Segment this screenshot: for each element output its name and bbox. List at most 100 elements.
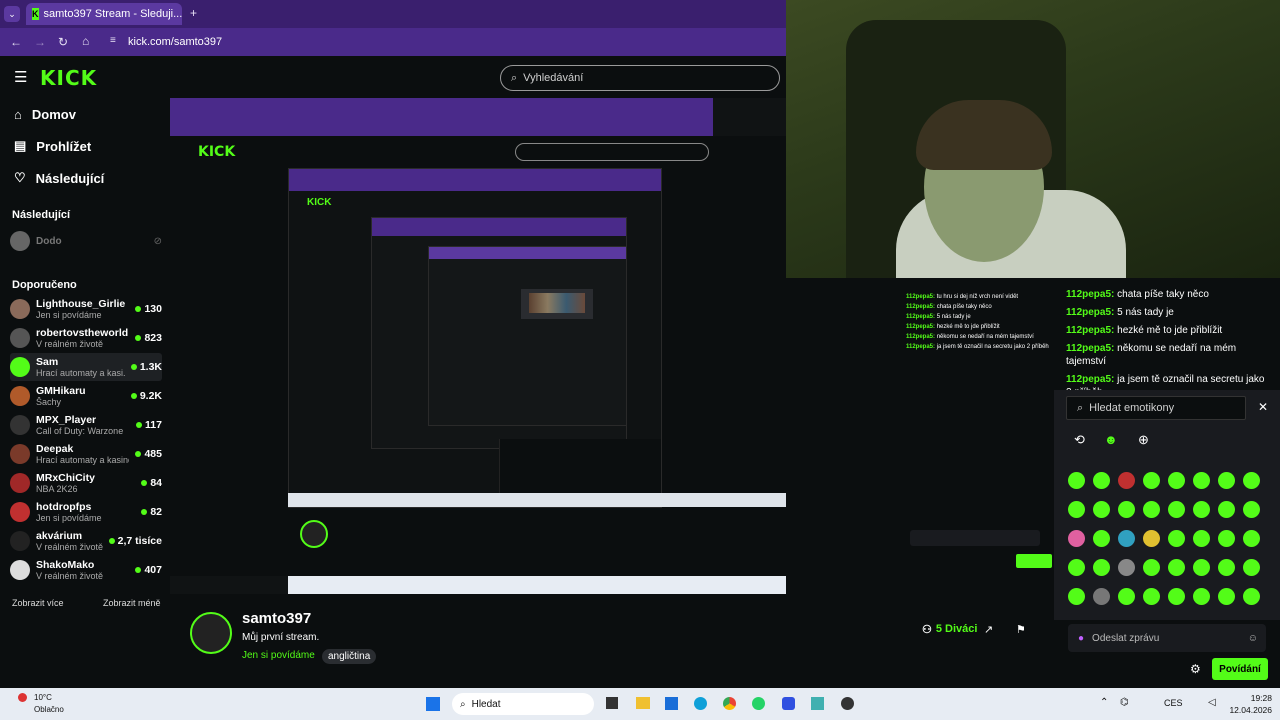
emote-icon[interactable]	[1068, 588, 1085, 605]
stream-category[interactable]: Jen si povídáme	[242, 650, 315, 661]
emoji-icon[interactable]: ☺	[1248, 633, 1258, 644]
microphone-icon[interactable]: ●	[1078, 633, 1084, 644]
back-icon[interactable]: ←	[10, 35, 22, 49]
following-item[interactable]: Dodo ⊘	[10, 227, 162, 255]
weather-text[interactable]: Oblačno	[34, 705, 64, 714]
store-icon[interactable]	[665, 697, 678, 710]
emote-icon[interactable]	[1193, 588, 1210, 605]
chat-send-button[interactable]: Povídání	[1212, 658, 1268, 680]
recommended-item[interactable]: akvárium V reálném životě 2,7 tisíce	[10, 527, 162, 555]
new-tab-button[interactable]: +	[190, 6, 197, 20]
home-icon[interactable]: ⌂	[82, 34, 89, 48]
language-indicator[interactable]: CES	[1164, 698, 1183, 708]
stream-video-player[interactable]: KICK KICK	[170, 98, 786, 594]
tray-arrow-icon[interactable]: ⌃	[1100, 697, 1108, 708]
emote-icon[interactable]	[1168, 501, 1185, 518]
global-emotes-icon[interactable]: ⊕	[1138, 432, 1149, 448]
emote-grid[interactable]	[1068, 472, 1268, 616]
emote-icon[interactable]	[1243, 559, 1260, 576]
stream-tag[interactable]: angličtina	[322, 649, 377, 664]
emote-icon[interactable]	[1193, 472, 1210, 489]
edge-icon[interactable]	[694, 697, 707, 710]
emote-icon[interactable]	[1218, 472, 1235, 489]
recommended-item[interactable]: MPX_Player Call of Duty: Warzone 117	[10, 411, 162, 439]
kick-logo[interactable]: KICK	[40, 66, 97, 90]
recommended-item[interactable]: Sam Hrací automaty a kasi... 1.3K	[10, 353, 162, 381]
emote-icon[interactable]	[1243, 588, 1260, 605]
emote-icon[interactable]	[1093, 588, 1110, 605]
file-explorer-icon[interactable]	[636, 697, 650, 709]
task-view-icon[interactable]	[606, 697, 618, 709]
search-input[interactable]: ⌕ Vyhledávání	[500, 65, 780, 91]
recommended-item[interactable]: ShakoMako V reálném životě 407	[10, 556, 162, 584]
emote-icon[interactable]	[1193, 501, 1210, 518]
url-text[interactable]: kick.com/samto397	[128, 36, 222, 48]
emote-icon[interactable]	[1118, 530, 1135, 547]
emote-icon[interactable]	[1068, 559, 1085, 576]
recommended-item[interactable]: hotdropfps Jen si povídáme 82	[10, 498, 162, 526]
emote-icon[interactable]	[1168, 559, 1185, 576]
tab-menu-button[interactable]: ⌄	[4, 6, 20, 22]
volume-icon[interactable]: ◁	[1208, 697, 1216, 708]
windows-start-icon[interactable]	[426, 697, 440, 711]
reload-icon[interactable]: ↻	[58, 35, 68, 49]
emote-icon[interactable]	[1093, 530, 1110, 547]
show-less-link[interactable]: Zobrazit méně	[103, 598, 161, 608]
emote-icon[interactable]	[1068, 501, 1085, 518]
nav-following[interactable]: ♡ Následující	[14, 167, 104, 189]
recommended-item[interactable]: Lighthouse_Girlie Jen si povídáme 130	[10, 295, 162, 323]
emote-icon[interactable]	[1118, 588, 1135, 605]
weather-temp[interactable]: 10°C	[34, 693, 52, 702]
recommended-item[interactable]: MRxChiCity NBA 2K26 84	[10, 469, 162, 497]
menu-icon[interactable]: ☰	[14, 68, 27, 86]
recent-emotes-icon[interactable]: ⟲	[1074, 432, 1085, 448]
whatsapp-icon[interactable]	[752, 697, 765, 710]
network-icon[interactable]: ⌬	[1120, 697, 1129, 708]
emote-icon[interactable]	[1143, 501, 1160, 518]
chrome-icon[interactable]	[723, 697, 736, 710]
show-more-link[interactable]: Zobrazit více	[12, 598, 64, 608]
emote-icon[interactable]	[1243, 530, 1260, 547]
channel-emotes-icon[interactable]: ☻	[1104, 432, 1118, 447]
channel-avatar[interactable]	[190, 612, 232, 654]
emote-icon[interactable]	[1143, 530, 1160, 547]
emote-search-input[interactable]: ⌕ Hledat emotikony	[1066, 396, 1246, 420]
recommended-item[interactable]: robertovstheworld V reálném životě 823	[10, 324, 162, 352]
recommended-item[interactable]: GMHikaru Šachy 9.2K	[10, 382, 162, 410]
close-icon[interactable]: ✕	[1258, 400, 1268, 414]
taskbar-search[interactable]: ⌕ Hledat	[452, 693, 594, 715]
emote-icon[interactable]	[1243, 501, 1260, 518]
channel-name[interactable]: samto397	[242, 610, 311, 627]
settings-gear-icon[interactable]: ⚙	[1190, 662, 1201, 676]
forward-icon[interactable]: →	[34, 35, 46, 49]
chat-input[interactable]: ● Odeslat zprávu ☺	[1068, 624, 1266, 652]
emote-icon[interactable]	[1243, 472, 1260, 489]
emote-icon[interactable]	[1143, 472, 1160, 489]
emote-icon[interactable]	[1218, 588, 1235, 605]
emote-icon[interactable]	[1168, 472, 1185, 489]
site-info-icon[interactable]: ≡	[110, 35, 116, 46]
recommended-item[interactable]: Deepak Hrací automaty a kasino 485	[10, 440, 162, 468]
emote-icon[interactable]	[1218, 501, 1235, 518]
nav-browse[interactable]: ▤ Prohlížet	[14, 135, 91, 157]
emote-icon[interactable]	[1193, 559, 1210, 576]
emote-icon[interactable]	[1118, 501, 1135, 518]
emote-icon[interactable]	[1093, 559, 1110, 576]
nav-home[interactable]: ⌂ Domov	[14, 103, 76, 125]
emote-icon[interactable]	[1068, 530, 1085, 547]
obs-icon[interactable]	[841, 697, 854, 710]
app-icon[interactable]	[782, 697, 795, 710]
share-icon[interactable]: ↗	[984, 623, 993, 636]
emote-icon[interactable]	[1118, 472, 1135, 489]
emote-icon[interactable]	[1068, 472, 1085, 489]
emote-icon[interactable]	[1218, 530, 1235, 547]
emote-icon[interactable]	[1168, 530, 1185, 547]
browser-tab[interactable]: K samto397 Stream - Sleduji... ✕	[26, 3, 182, 25]
emote-icon[interactable]	[1143, 559, 1160, 576]
emote-icon[interactable]	[1193, 530, 1210, 547]
emote-icon[interactable]	[1168, 588, 1185, 605]
app-icon[interactable]	[811, 697, 824, 710]
emote-icon[interactable]	[1118, 559, 1135, 576]
emote-icon[interactable]	[1218, 559, 1235, 576]
clock-time[interactable]: 19:28	[1222, 693, 1272, 703]
